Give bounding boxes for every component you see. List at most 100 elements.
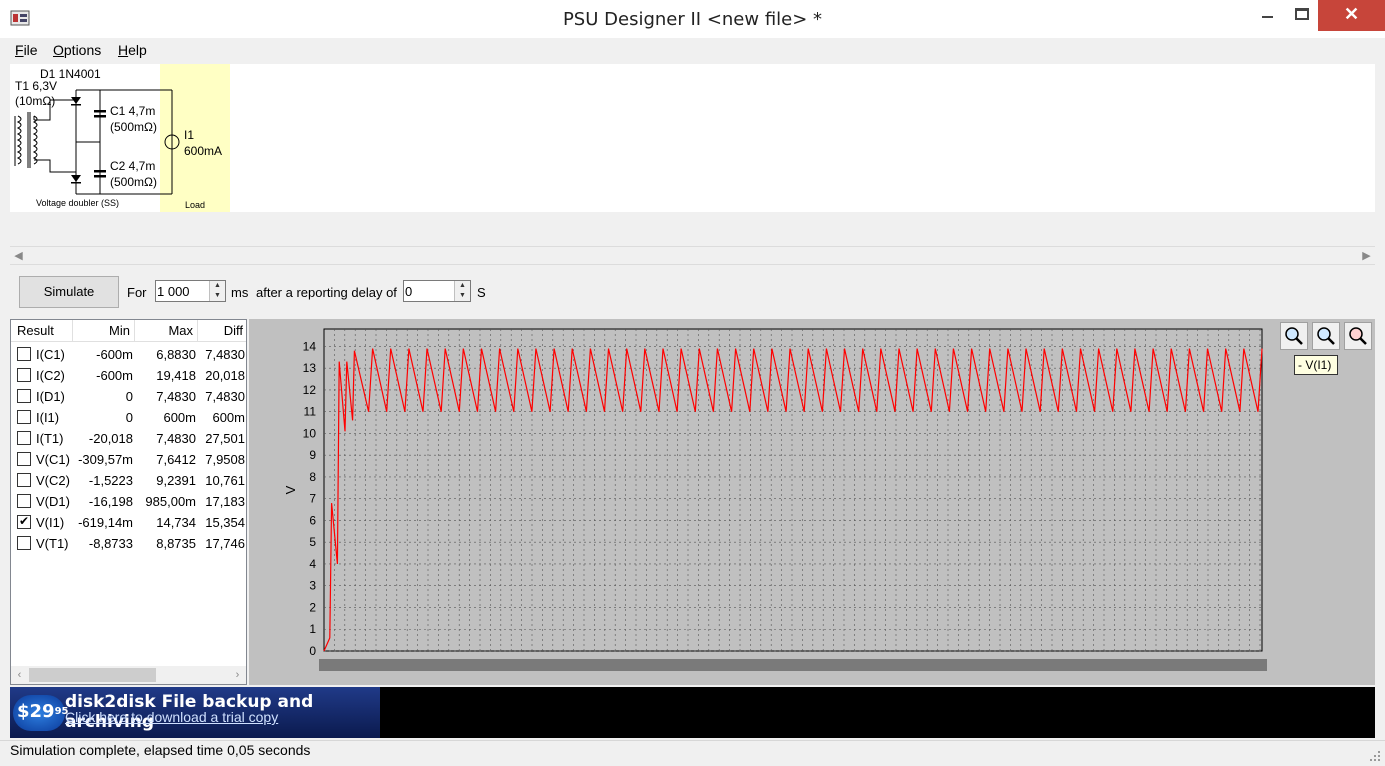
zoom-in-icon [1285, 327, 1303, 345]
result-row[interactable]: I(I1) 0 600m 600m [11, 407, 246, 428]
delay-spin-buttons[interactable]: ▲ ▼ [454, 281, 470, 301]
minimize-button[interactable] [1245, 0, 1292, 31]
result-diff: 7,9508 [205, 452, 245, 467]
ad-banner[interactable]: $2995 disk2disk File backup and archivin… [10, 687, 1375, 738]
app-window: PSU Designer II <new file> * ✕ File Opti… [0, 0, 1385, 766]
result-row[interactable]: I(C2) -600m 19,418 20,018 [11, 365, 246, 386]
maximize-icon [1295, 8, 1309, 20]
scrollbar-thumb[interactable] [29, 668, 156, 682]
results-list[interactable]: Result Min Max Diff I(C1) -600m 6,8830 7,48… [10, 319, 247, 685]
scroll-left-icon[interactable]: ◀ [10, 248, 27, 264]
y-tick-label: 13 [303, 361, 317, 375]
zoom-out-button[interactable] [1312, 322, 1340, 350]
result-diff: 15,354 [205, 515, 245, 530]
result-row[interactable]: V(D1) -16,198 985,00m 17,183 [11, 491, 246, 512]
result-checkbox[interactable] [17, 536, 31, 550]
y-tick-label: 0 [309, 644, 316, 658]
result-checkbox[interactable] [17, 514, 31, 529]
result-min: -309,57m [78, 452, 133, 467]
result-row[interactable]: I(D1) 0 7,4830 7,4830 [11, 386, 246, 407]
result-name: V(D1) [36, 494, 70, 509]
menu-file[interactable]: File [15, 42, 38, 58]
x-tick-labels [319, 659, 1267, 671]
scroll-right-icon[interactable]: › [229, 667, 246, 683]
spin-down-icon[interactable]: ▼ [210, 291, 225, 301]
status-bar: Simulation complete, elapsed time 0,05 s… [0, 740, 1385, 766]
duration-unit: ms [231, 285, 249, 300]
result-name: I(T1) [36, 431, 64, 446]
duration-input[interactable] [157, 282, 207, 300]
result-checkbox[interactable] [17, 452, 31, 466]
col-max[interactable]: Max [135, 320, 198, 342]
menu-help[interactable]: Help [118, 42, 147, 58]
close-button[interactable]: ✕ [1318, 0, 1385, 31]
simulate-button[interactable]: Simulate [19, 276, 119, 308]
result-checkbox[interactable] [17, 389, 31, 403]
zoom-in-button[interactable] [1280, 322, 1308, 350]
result-diff: 27,501 [205, 431, 245, 446]
duration-stepper[interactable]: ▲▼ [155, 280, 226, 302]
result-max: 7,4830 [156, 389, 196, 404]
y-tick-label: 3 [309, 579, 316, 593]
load-section-label: Load [185, 200, 206, 210]
col-diff[interactable]: Diff [198, 320, 246, 342]
load-name: I1 [184, 128, 195, 142]
result-max: 14,734 [156, 515, 196, 530]
result-checkbox[interactable] [17, 410, 31, 424]
scroll-left-icon[interactable]: ‹ [11, 667, 28, 683]
col-result[interactable]: Result [11, 320, 73, 342]
y-tick-label: 9 [309, 448, 316, 462]
banner-content[interactable]: $2995 disk2disk File backup and archivin… [10, 687, 380, 738]
result-max: 6,8830 [156, 347, 196, 362]
result-max: 7,4830 [156, 431, 196, 446]
result-row[interactable]: V(C1) -309,57m 7,6412 7,9508 [11, 449, 246, 470]
result-row[interactable]: V(C2) -1,5223 9,2391 10,761 [11, 470, 246, 491]
result-diff: 7,4830 [205, 347, 245, 362]
delay-stepper[interactable]: ▲▼ [403, 280, 471, 302]
zoom-reset-button[interactable] [1344, 322, 1372, 350]
zoom-reset-icon [1349, 327, 1367, 345]
menu-options[interactable]: Options [53, 42, 101, 58]
results-scrollbar[interactable]: ‹ › [11, 666, 246, 684]
voltage-chart[interactable]: 01234567891011121314V [249, 319, 1375, 685]
duration-spin-buttons[interactable]: ▲ ▼ [209, 281, 225, 301]
delay-unit: S [477, 285, 486, 300]
schematic-canvas[interactable]: D1 1N4001 T1 6,3V (10mΩ) C1 4,7m (500mΩ)… [10, 64, 1375, 212]
y-axis-label: V [283, 485, 298, 494]
result-checkbox[interactable] [17, 431, 31, 445]
col-min[interactable]: Min [73, 320, 135, 342]
result-diff: 17,183 [205, 494, 245, 509]
result-row[interactable]: I(C1) -600m 6,8830 7,4830 [11, 344, 246, 365]
title-bar: PSU Designer II <new file> * ✕ [0, 0, 1385, 38]
result-checkbox[interactable] [17, 368, 31, 382]
spin-up-icon[interactable]: ▲ [210, 281, 225, 291]
banner-link[interactable]: Click here to download a trial copy [65, 709, 278, 725]
result-checkbox[interactable] [17, 473, 31, 487]
scroll-right-icon[interactable]: ▶ [1358, 248, 1375, 264]
result-name: V(T1) [36, 536, 69, 551]
result-checkbox[interactable] [17, 347, 31, 361]
result-row[interactable]: V(T1) -8,8733 8,8735 17,746 [11, 533, 246, 554]
y-tick-label: 5 [309, 535, 316, 549]
result-min: 0 [125, 389, 133, 404]
schematic-scrollbar[interactable]: ◀ ▶ [10, 246, 1375, 265]
spin-up-icon[interactable]: ▲ [455, 281, 470, 291]
result-row[interactable]: I(T1) -20,018 7,4830 27,501 [11, 428, 246, 449]
spin-down-icon[interactable]: ▼ [455, 291, 470, 301]
chart-legend: - V(I1) [1294, 355, 1338, 375]
c2-label: C2 4,7m [110, 159, 156, 173]
result-name: I(C2) [36, 368, 65, 383]
delay-label: after a reporting delay of [256, 285, 397, 300]
result-name: I(C1) [36, 347, 65, 362]
schematic-margin [10, 212, 1375, 246]
delay-input[interactable] [405, 282, 453, 300]
result-row[interactable]: V(I1) -619,14m 14,734 15,354 [11, 512, 246, 533]
result-checkbox[interactable] [17, 494, 31, 508]
series-line-v-i1 [323, 348, 1263, 652]
result-diff: 10,761 [205, 473, 245, 488]
result-max: 19,418 [156, 368, 196, 383]
result-min: -1,5223 [88, 473, 133, 488]
resize-grip-icon[interactable] [1369, 750, 1381, 762]
result-min: -619,14m [78, 515, 133, 530]
result-max: 985,00m [145, 494, 196, 509]
